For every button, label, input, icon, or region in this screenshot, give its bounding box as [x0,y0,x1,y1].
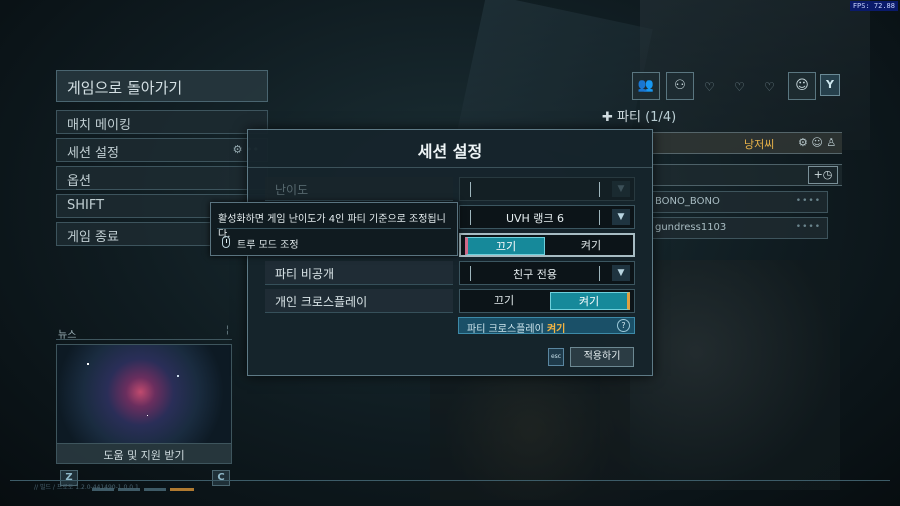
party-privacy-row: 파티 비공개 친구 전용 ▼ [265,261,635,285]
y-key-button[interactable]: Y [820,74,840,96]
party-crossplay-note: 파티 크로스플레이 켜기 ? [458,317,635,335]
true-mode-tooltip: 활성화하면 게임 난이도가 4인 파티 기준으로 조정됩니다. 트루 모드 조정 [210,202,458,256]
party-privacy-select[interactable]: 친구 전용 ▼ [459,261,635,285]
tooltip-divider [217,228,451,229]
crossplay-off-option[interactable]: 끄기 [464,292,544,310]
party-toolbar: 👥 ⚇ ♡ ♡ ♡ ☺ Y [632,72,842,102]
crossplay-note-text: 파티 크로스플레이 [467,324,547,335]
apply-button[interactable]: 적용하기 [570,347,634,367]
party-count: (1/4) [645,110,677,125]
party-leader-name: 낭저씨 [744,138,775,151]
crossplay-row: 개인 크로스플레이 끄기 켜기 [265,289,635,313]
difficulty-select-disabled: ▼ [459,177,635,201]
news-image[interactable] [56,344,232,444]
friend-row[interactable]: gundress1103 •••• [652,217,828,239]
party-header: ✚ 파티 (1/4) [602,106,842,126]
select-value [470,182,600,197]
party-privacy-label: 파티 비공개 [265,261,453,285]
difficulty-label: 난이도 [265,177,453,201]
crossplay-label: 개인 크로스플레이 [265,289,453,313]
menu-item-session-settings[interactable]: 세션 설정 ⚙ •• [56,138,268,162]
signal-icon: •••• [795,196,821,206]
star [177,375,179,377]
build-version: // 빌드 / 프로토 1.2.0-441490-1.0.0.1 [34,484,139,491]
crossplay-on-option[interactable]: 켜기 [550,292,630,310]
party-icon: ✚ [602,110,618,125]
chevron-down-icon[interactable]: ▼ [612,265,630,281]
news-header: 뉴스 ╎ [56,326,232,341]
difficulty-row: 난이도 ▼ [265,177,635,201]
select-value: UVH 랭크 6 [470,210,600,225]
star [87,363,89,365]
star [147,415,148,416]
signal-icon: •••• [795,222,821,232]
add-friend-button[interactable]: +◷ [808,166,838,184]
crossplay-toggle[interactable]: 끄기 켜기 [459,289,635,313]
heart-icon: ♡ [734,80,745,94]
footer-divider [10,480,890,481]
party-leader-row[interactable]: 낭저씨 ⚙ ☺ ♙ [652,132,842,154]
dialog-title: 세션 설정 [248,130,652,168]
party-group-icon[interactable]: ⚇ [666,72,694,100]
news-panel: 뉴스 ╎ 도움 및 지원 받기 Z C [56,326,232,491]
party-label: 파티 [617,110,641,125]
mouse-icon [222,236,230,248]
tooltip-label: 트루 모드 조정 [237,240,299,251]
leader-icon: ⚙ ☺ ♙ [798,136,837,149]
true-mode-off-option[interactable]: 끄기 [465,237,545,255]
menu-item-label: 매치 메이킹 [67,118,131,133]
heart-icon: ♡ [704,80,715,94]
friend-name: gundress1103 [655,222,727,233]
difficulty-level-select[interactable]: UVH 랭크 6 ▼ [459,205,635,229]
help-icon[interactable]: ? [617,319,630,332]
friend-row[interactable]: BONO_BONO •••• [652,191,828,213]
party-member-icon[interactable]: ☺ [788,72,816,100]
menu-item-label: 세션 설정 [67,146,119,161]
esc-key-icon: esc [548,348,564,366]
news-header-label: 뉴스 [58,330,77,341]
chevron-down-icon[interactable]: ▼ [612,209,630,225]
chevron-down-icon: ▼ [612,181,630,197]
menu-item-label: 옵션 [67,174,91,189]
menu-item-label: 게임 종료 [67,230,119,245]
news-caption[interactable]: 도움 및 지원 받기 [56,444,232,464]
corner-icon: ╎ [224,326,230,336]
return-to-game-button[interactable]: 게임으로 돌아가기 [56,70,268,102]
heart-icon: ♡ [764,80,775,94]
select-value: 친구 전용 [470,266,600,281]
fps-counter: FPS: 72.88 [849,1,898,11]
menu-item-label: SHIFT [67,198,105,213]
footer: // 빌드 / 프로토 1.2.0-441490-1.0.0.1 [0,476,900,506]
menu-item-options[interactable]: 옵션 [56,166,268,190]
friend-name: BONO_BONO [655,196,720,207]
party-invite-icon[interactable]: 👥 [632,72,660,100]
true-mode-toggle[interactable]: 끄기 켜기 [459,233,635,257]
true-mode-on-option[interactable]: 켜기 [551,237,631,255]
crossplay-note-value: 켜기 [546,324,566,335]
party-add-row: +◷ [652,164,842,186]
menu-item-matchmaking[interactable]: 매치 메이킹 [56,110,268,134]
